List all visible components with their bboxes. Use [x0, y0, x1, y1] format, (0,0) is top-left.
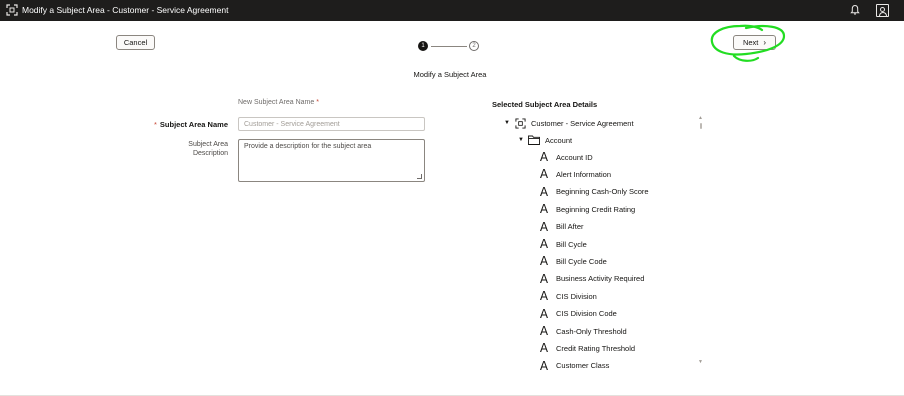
- step-title: Modify a Subject Area: [413, 70, 487, 79]
- wizard-stepper: 1 2: [418, 41, 482, 53]
- attribute-label: Business Activity Required: [556, 274, 645, 284]
- page-title-bar: Modify a Subject Area - Customer - Servi…: [22, 5, 229, 15]
- tree-folder-label: Account: [545, 135, 573, 145]
- attribute-icon: A: [539, 150, 549, 164]
- attribute-label: Bill After: [556, 222, 584, 232]
- tree-attribute-item[interactable]: A Account ID: [538, 149, 593, 165]
- folder-icon: [527, 135, 541, 145]
- caret-down-icon[interactable]: ▼: [504, 120, 513, 126]
- name-label-text: Subject Area Name: [159, 120, 228, 129]
- attribute-label: Customer Class: [556, 361, 610, 370]
- attribute-icon: A: [539, 184, 549, 199]
- next-button[interactable]: Next ›: [733, 35, 776, 50]
- attribute-label: CIS Division: [556, 291, 597, 301]
- tree-attribute-item[interactable]: A Cash-Only Threshold: [538, 323, 627, 339]
- description-placeholder: Provide a description for the subject ar…: [244, 143, 372, 150]
- attribute-label: Bill Cycle Code: [556, 256, 607, 266]
- cancel-button[interactable]: Cancel: [116, 35, 155, 50]
- tree-root-node[interactable]: ▼ Customer - Service Agreement: [504, 115, 634, 131]
- bell-icon[interactable]: [849, 4, 861, 16]
- attribute-icon: A: [539, 289, 549, 304]
- attribute-label: Beginning Cash-Only Score: [556, 187, 649, 197]
- app-titlebar: Modify a Subject Area - Customer - Servi…: [0, 0, 904, 21]
- user-avatar-icon[interactable]: [876, 4, 889, 17]
- name-field-hint: New Subject Area Name *: [238, 99, 319, 106]
- attribute-icon: A: [539, 341, 549, 356]
- attribute-label: Credit Rating Threshold: [556, 343, 636, 353]
- tree-root-label: Customer - Service Agreement: [531, 118, 634, 128]
- attribute-icon: A: [539, 358, 549, 370]
- step-1-indicator[interactable]: 1: [418, 41, 428, 51]
- tree-attribute-item[interactable]: A Alert Information: [538, 166, 611, 182]
- caret-down-icon[interactable]: ▼: [518, 137, 527, 143]
- attribute-label: Account ID: [556, 152, 593, 162]
- description-textarea[interactable]: Provide a description for the subject ar…: [238, 139, 425, 182]
- subject-area-icon: [513, 117, 527, 129]
- details-heading: Selected Subject Area Details: [492, 100, 598, 109]
- tree-attribute-item[interactable]: A Bill After: [538, 219, 584, 235]
- attribute-label: Cash-Only Threshold: [556, 326, 627, 336]
- scroll-up-icon[interactable]: ▲: [698, 115, 703, 121]
- step-2-indicator[interactable]: 2: [469, 41, 479, 51]
- tree-attribute-item[interactable]: A Bill Cycle: [538, 236, 587, 252]
- attribute-icon: A: [539, 219, 549, 234]
- attribute-icon: A: [539, 254, 549, 269]
- attribute-icon: A: [539, 167, 549, 182]
- subject-area-name-input[interactable]: Customer - Service Agreement: [238, 117, 425, 131]
- tree-attribute-item[interactable]: A Bill Cycle Code: [538, 253, 607, 269]
- subject-area-name-label: * Subject Area Name: [140, 120, 228, 129]
- tree-scrollbar[interactable]: ▲ ▼: [698, 115, 704, 370]
- cancel-button-label: Cancel: [123, 38, 148, 47]
- resize-handle-icon[interactable]: [417, 174, 422, 179]
- description-label: Subject Area Description: [188, 141, 228, 157]
- required-mark: *: [153, 120, 157, 129]
- attribute-label: Beginning Credit Rating: [556, 204, 636, 214]
- required-mark: *: [316, 99, 319, 106]
- attribute-label: Alert Information: [556, 169, 612, 179]
- scroll-thumb[interactable]: [700, 123, 702, 129]
- tree-attribute-item[interactable]: A Credit Rating Threshold: [538, 340, 635, 356]
- tree-attribute-item[interactable]: A CIS Division: [538, 288, 597, 304]
- tree-folder-node[interactable]: ▼ Account: [518, 132, 572, 148]
- attribute-label: Bill Cycle: [556, 239, 587, 249]
- attribute-icon: A: [539, 237, 549, 251]
- tree-attribute-item[interactable]: A Customer Class: [538, 358, 609, 370]
- tree-attribute-item[interactable]: A Business Activity Required: [538, 271, 644, 287]
- tree-attribute-item[interactable]: A CIS Division Code: [538, 306, 617, 322]
- step-connector: [431, 46, 467, 47]
- scroll-down-icon[interactable]: ▼: [698, 359, 703, 365]
- attribute-icon: A: [539, 271, 549, 286]
- attribute-label: CIS Division Code: [556, 309, 617, 319]
- attribute-icon: A: [539, 202, 549, 217]
- tree-attribute-item[interactable]: A Beginning Cash-Only Score: [538, 184, 649, 200]
- subject-area-tree: ▼ Customer - Service Agreement ▼ Account…: [490, 115, 710, 370]
- next-button-label: Next: [742, 38, 759, 47]
- attribute-icon: A: [539, 306, 549, 321]
- subject-area-icon: [6, 4, 18, 16]
- chevron-right-icon: ›: [763, 38, 767, 47]
- attribute-icon: A: [539, 324, 549, 338]
- name-hint-text: New Subject Area Name: [238, 99, 315, 106]
- tree-attribute-item[interactable]: A Beginning Credit Rating: [538, 201, 635, 217]
